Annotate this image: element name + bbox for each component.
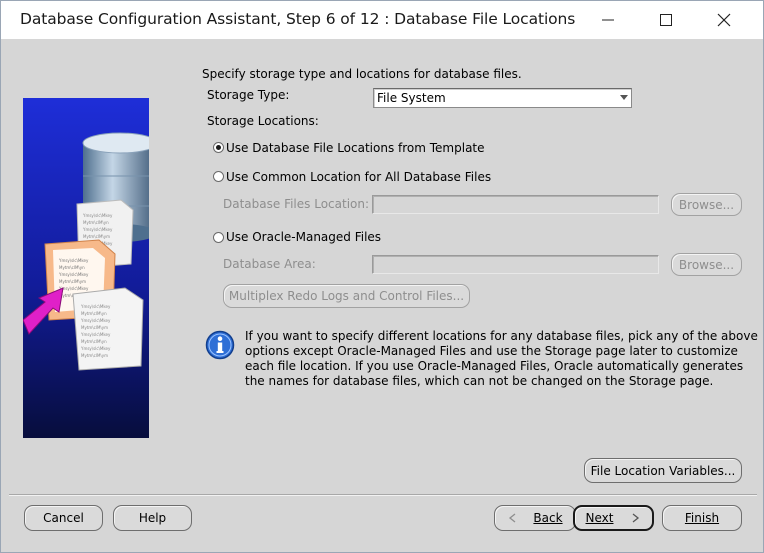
svg-text:Ymsy\slc\Mkey: Ymsy\slc\Mkey bbox=[58, 272, 89, 277]
back-label: Back bbox=[533, 511, 563, 525]
svg-text:Mytm\clM\ym: Mytm\clM\ym bbox=[83, 234, 110, 239]
svg-text:Ymsy\slc\Mkey: Ymsy\slc\Mkey bbox=[80, 332, 111, 337]
browse-database-area-button[interactable]: Browse... bbox=[671, 253, 742, 276]
multiplex-redo-logs-button[interactable]: Multiplex Redo Logs and Control Files... bbox=[223, 284, 470, 308]
radio-common-location[interactable] bbox=[213, 171, 224, 182]
info-line-1: If you want to specify different locatio… bbox=[245, 329, 758, 343]
svg-text:Ymsy\slc\Mkey: Ymsy\slc\Mkey bbox=[58, 258, 89, 263]
radio-template-label[interactable]: Use Database File Locations from Templat… bbox=[226, 141, 485, 155]
dropdown-arrow-icon bbox=[620, 95, 628, 100]
dialog-window: Database Configuration Assistant, Step 6… bbox=[0, 0, 764, 553]
storage-type-label: Storage Type: bbox=[207, 88, 290, 102]
storage-locations-label: Storage Locations: bbox=[207, 114, 319, 128]
back-button[interactable]: Back bbox=[494, 505, 576, 531]
svg-text:Mytm\clM\yn: Mytm\clM\yn bbox=[83, 220, 109, 225]
help-button[interactable]: Help bbox=[113, 505, 192, 531]
database-area-label: Database Area: bbox=[223, 257, 316, 271]
database-illustration: Ymsy\slc\Mkey Mytm\clM\yn Ymsy\slc\Mkey My… bbox=[23, 98, 149, 438]
file-location-variables-button[interactable]: File Location Variables... bbox=[584, 458, 742, 483]
minimize-icon bbox=[602, 19, 614, 21]
dialog-content: Ymsy\slc\Mkey Mytm\clM\yn Ymsy\slc\Mkey My… bbox=[9, 39, 758, 551]
chevron-left-icon bbox=[509, 513, 516, 523]
next-button[interactable]: Next bbox=[573, 505, 654, 531]
svg-text:Ymsy\slc\Mkey: Ymsy\slc\Mkey bbox=[82, 227, 113, 232]
svg-text:Ymsy\slc\Mkey: Ymsy\slc\Mkey bbox=[80, 304, 111, 309]
svg-text:Mytm\clM\yn: Mytm\clM\yn bbox=[59, 265, 85, 270]
svg-text:Ymsy\slc\Mkey: Ymsy\slc\Mkey bbox=[82, 213, 113, 218]
storage-type-select[interactable]: File System bbox=[373, 88, 632, 108]
database-files-location-field[interactable] bbox=[372, 195, 659, 214]
title-bar: Database Configuration Assistant, Step 6… bbox=[1, 1, 763, 39]
finish-label: Finish bbox=[684, 511, 720, 525]
finish-button[interactable]: Finish bbox=[662, 505, 742, 531]
svg-text:Mytm\clM\yn: Mytm\clM\yn bbox=[81, 339, 107, 344]
svg-text:Mytm\clM\ym: Mytm\clM\ym bbox=[81, 325, 108, 330]
chevron-right-icon bbox=[633, 513, 640, 523]
radio-oracle-managed[interactable] bbox=[213, 232, 224, 243]
radio-common-label[interactable]: Use Common Location for All Database Fil… bbox=[226, 170, 491, 184]
info-line-4: the names for database files, which can … bbox=[245, 374, 714, 388]
maximize-icon bbox=[660, 14, 672, 26]
info-icon bbox=[205, 330, 235, 360]
intro-text: Specify storage type and locations for d… bbox=[202, 67, 522, 81]
radio-oracle-managed-label[interactable]: Use Oracle-Managed Files bbox=[226, 230, 381, 244]
info-line-2: options except Oracle-Managed Files and … bbox=[245, 344, 738, 358]
cancel-button[interactable]: Cancel bbox=[24, 505, 103, 531]
svg-text:Ymsy\slc\Mkey: Ymsy\slc\Mkey bbox=[80, 346, 111, 351]
next-label: Next bbox=[585, 511, 614, 525]
database-files-location-label: Database Files Location: bbox=[223, 197, 370, 211]
storage-type-value: File System bbox=[377, 91, 446, 105]
browse-files-location-button[interactable]: Browse... bbox=[671, 193, 742, 216]
radio-template-locations[interactable] bbox=[213, 142, 224, 153]
window-title: Database Configuration Assistant, Step 6… bbox=[20, 10, 576, 28]
close-icon bbox=[717, 13, 731, 27]
close-button[interactable] bbox=[695, 1, 753, 39]
maximize-button[interactable] bbox=[637, 1, 695, 39]
svg-text:Ymsy\slc\Mkey: Ymsy\slc\Mkey bbox=[80, 318, 111, 323]
info-line-3: each file location. If you use Oracle-Ma… bbox=[245, 359, 744, 373]
svg-text:Mytm\clM\ym: Mytm\clM\ym bbox=[81, 353, 108, 358]
footer-separator bbox=[9, 494, 757, 496]
info-message: If you want to specify different locatio… bbox=[245, 329, 758, 389]
svg-text:Mytm\clM\ym: Mytm\clM\ym bbox=[59, 279, 86, 284]
database-area-field[interactable] bbox=[372, 255, 659, 274]
svg-text:Mytm\clM\yn: Mytm\clM\yn bbox=[81, 311, 107, 316]
minimize-button[interactable] bbox=[579, 1, 637, 39]
